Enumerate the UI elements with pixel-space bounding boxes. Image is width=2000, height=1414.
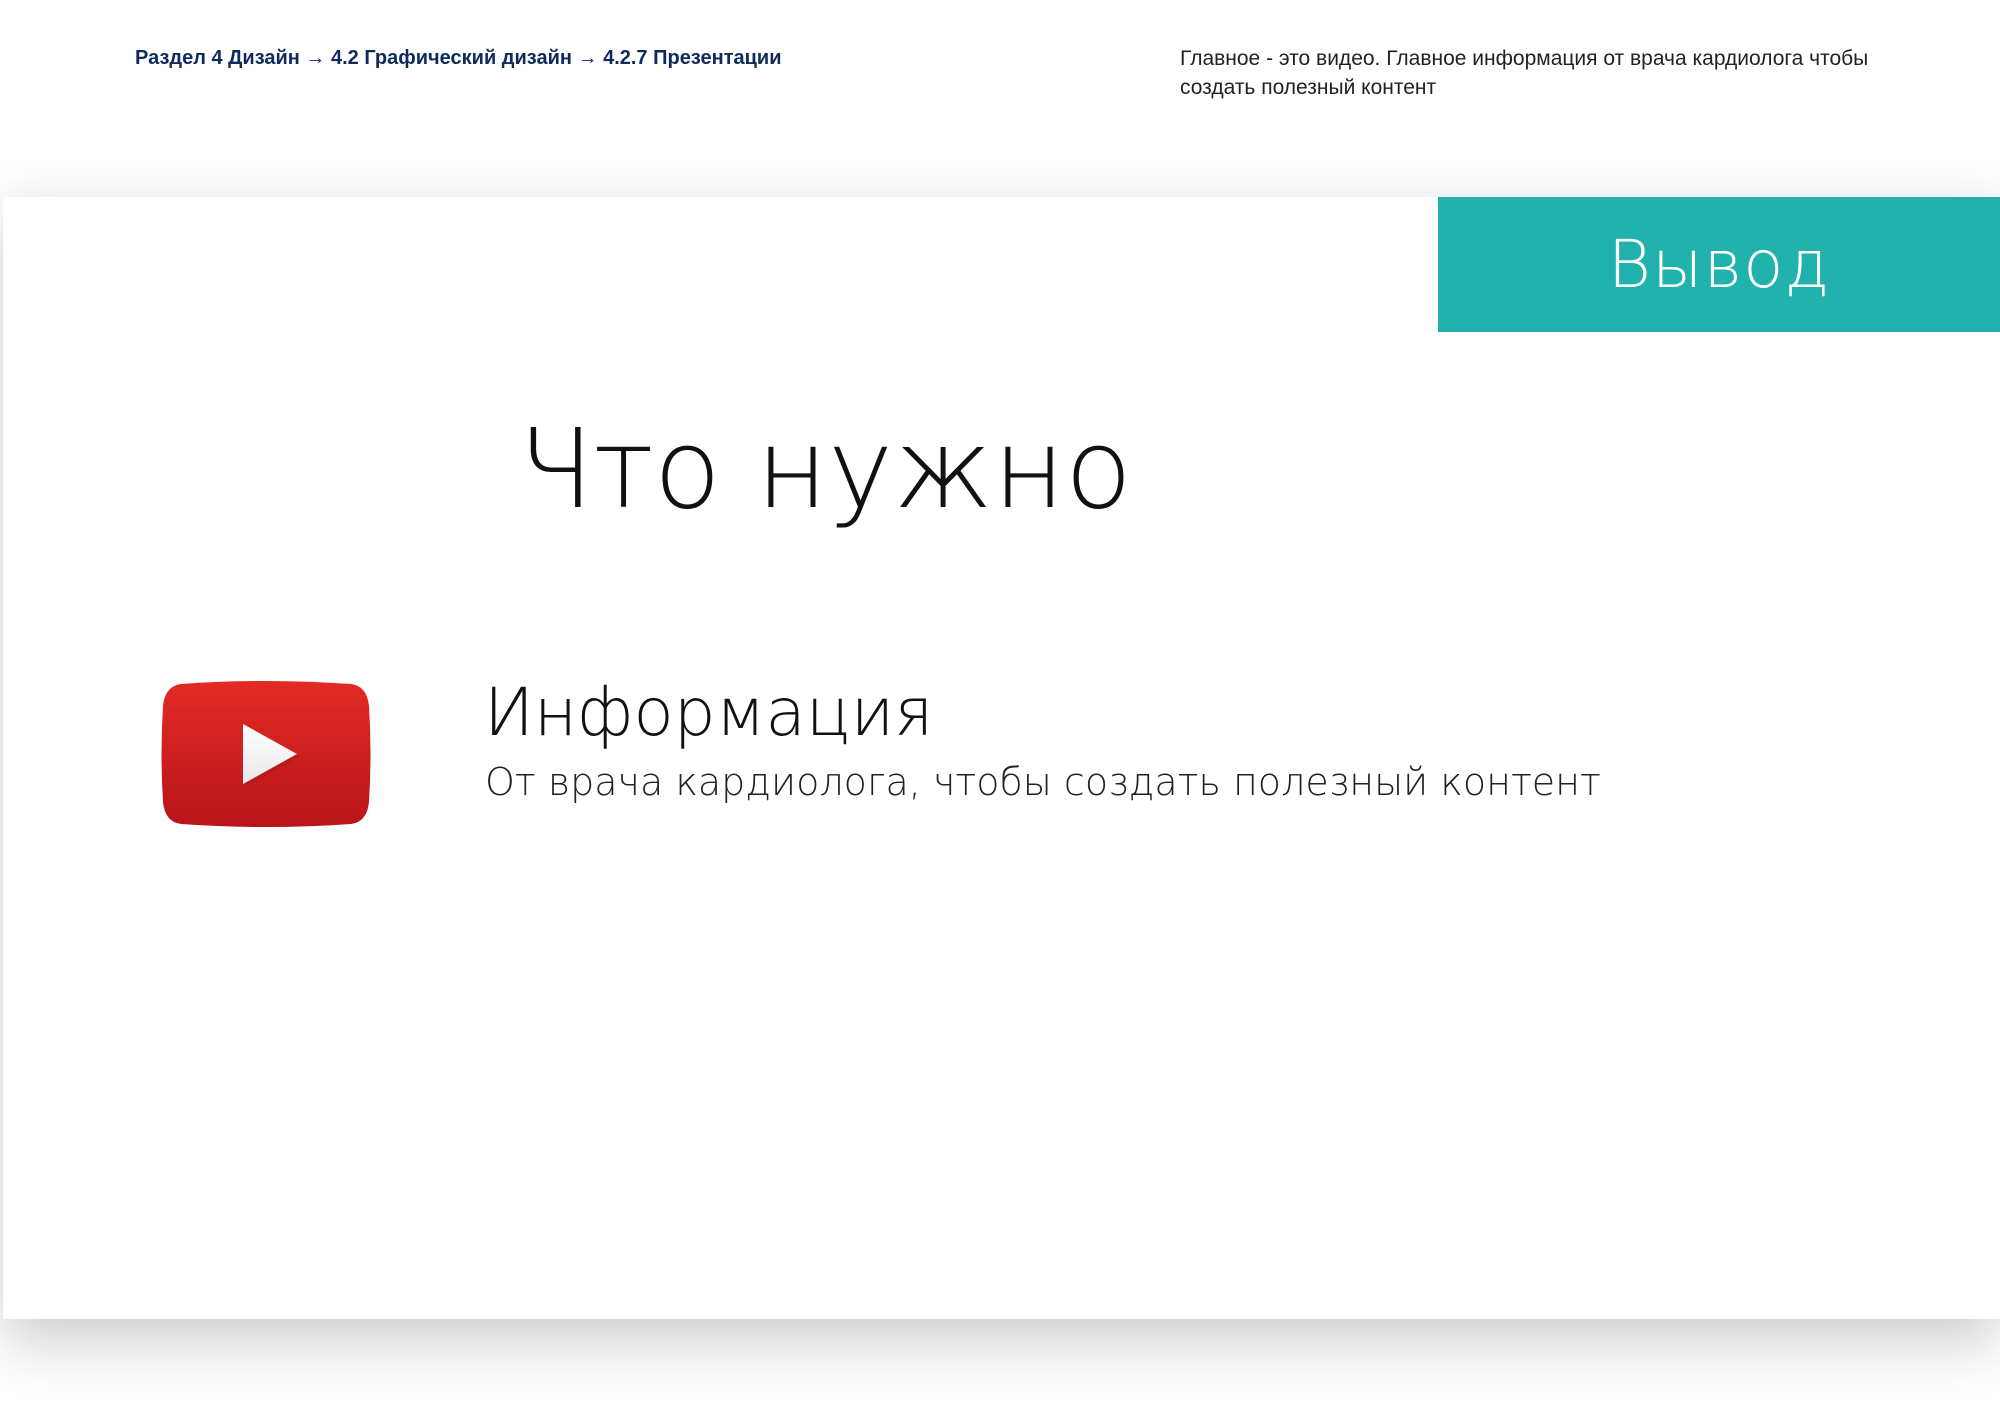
- breadcrumb: Раздел 4 Дизайн → 4.2 Графический дизайн…: [135, 47, 782, 69]
- youtube-logo-svg: [161, 681, 371, 827]
- presenter-note: Главное - это видео. Главное информация …: [1180, 47, 1869, 99]
- section-tag: Вывод: [1438, 197, 2000, 332]
- slide-title: Что нужно: [518, 405, 1133, 533]
- section-tag-label: Вывод: [1607, 226, 1831, 303]
- item-subtitle: От врача кардиолога, чтобы создать полез…: [485, 760, 1601, 804]
- slide: Вывод Что нужно Информация От врача кард…: [3, 197, 2000, 1319]
- youtube-logo-icon: [161, 680, 371, 828]
- item-title: Информация: [484, 674, 934, 751]
